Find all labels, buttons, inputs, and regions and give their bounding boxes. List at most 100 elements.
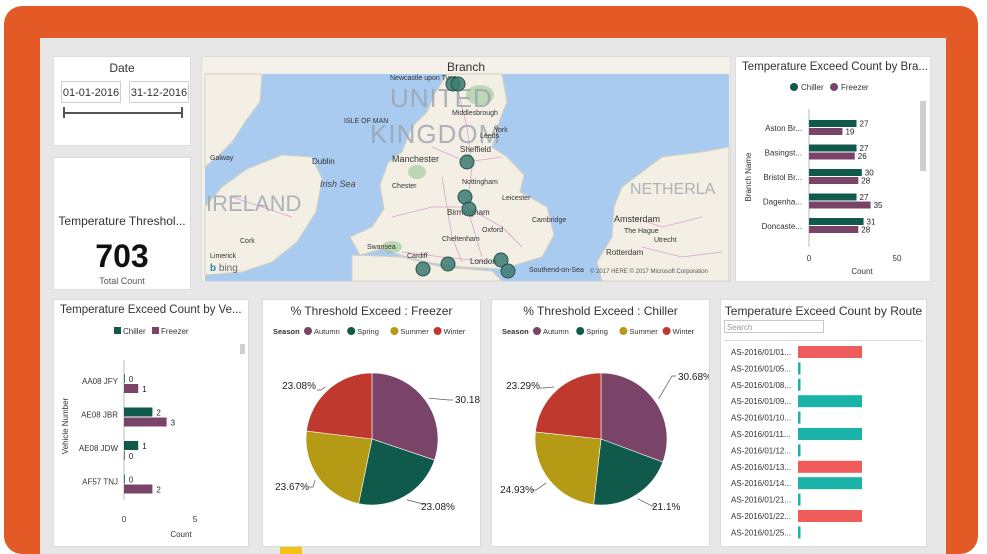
season-legend-label: Winter — [444, 327, 466, 336]
vehicle-data-label: 1 — [142, 442, 147, 451]
branch-bar-chiller — [809, 144, 857, 152]
vehicle-data-label: 0 — [129, 476, 134, 485]
season-legend-label: Autumn — [543, 327, 569, 336]
pie-data-label: 23.08% — [282, 381, 316, 392]
route-row-bar — [798, 510, 862, 522]
branch-bar-freezer — [809, 152, 855, 160]
date-slicer: Date 01-01-2016 31-12-2016 — [53, 56, 191, 146]
map-label-14: Cheltenham — [442, 236, 480, 243]
vehicle-category-label: AF57 TNJ — [82, 478, 118, 487]
map-label-16: Cardiff — [407, 253, 428, 260]
route-row-label: AS-2016/01/09... — [731, 397, 791, 406]
pie-slice-summer — [534, 431, 602, 505]
branch-data-label: 28 — [861, 226, 870, 235]
page-tab-indicator[interactable] — [280, 547, 302, 554]
date-range-end-handle[interactable] — [181, 107, 183, 118]
branch-bar-freezer — [809, 128, 843, 135]
pie-data-label: 24.93% — [500, 485, 534, 496]
map-attribution: © 2017 HERE © 2017 Microsoft Corporation — [590, 269, 708, 275]
kpi-card: Temperature Threshol... 703 Total Count — [53, 157, 191, 290]
route-row-label: AS-2016/01/01... — [731, 348, 791, 357]
vehicle-bar-chiller — [124, 374, 125, 383]
season-legend-label: Summer — [629, 327, 658, 336]
map-label-9: Dublin — [312, 157, 335, 166]
route-row-label: AS-2016/01/14... — [731, 479, 791, 488]
season-legend-swatch — [390, 327, 399, 335]
pie-leader-line — [540, 386, 555, 389]
start-date-input[interactable]: 01-01-2016 — [61, 81, 121, 103]
map-label-2: IRELAND — [206, 191, 302, 216]
branch-map[interactable]: Branch UNITED KINGDOM IRELAND NETHERLA N… — [201, 56, 731, 282]
branch-data-label: 35 — [874, 201, 883, 210]
pie-leader-line — [428, 397, 453, 401]
map-label-3: NETHERLA — [630, 181, 716, 198]
branch-chart-scrollbar[interactable] — [920, 101, 926, 171]
map-label-27: Utrecht — [654, 237, 677, 244]
route-row-label: AS-2016/01/11... — [731, 430, 790, 439]
vehicle-tick-0: 0 — [122, 515, 127, 524]
route-row-label: AS-2016/01/05... — [731, 364, 791, 373]
bing-logo-icon: b — [210, 263, 219, 274]
pie-data-label: 30.18% — [455, 395, 481, 406]
map-label-29: Cambridge — [532, 217, 567, 224]
date-range-start-handle[interactable] — [63, 107, 65, 118]
route-row-label: AS-2016/01/12... — [731, 446, 791, 455]
map-label-22: Galway — [210, 155, 234, 162]
vehicle-bar-freezer — [124, 417, 167, 427]
route-row-bar — [798, 395, 862, 408]
vehicle-chart: Temperature Exceed Count by Ve... Chille… — [53, 299, 249, 547]
pie-data-label: 23.08% — [421, 502, 455, 513]
branch-ylabel: Branch Name — [744, 152, 753, 201]
branch-data-label: 28 — [861, 177, 870, 186]
date-range-track[interactable] — [64, 112, 182, 114]
vehicle-data-label: 2 — [156, 409, 161, 418]
pie-data-label: 21.1% — [652, 502, 680, 513]
season-legend-label: Spring — [586, 327, 608, 336]
route-row-label: AS-2016/01/21... — [731, 496, 791, 505]
vehicle-bar-chiller — [124, 441, 139, 450]
branch-chart: Temperature Exceed Count by Bra... Chill… — [735, 56, 931, 282]
map-label-6: ISLE OF MAN — [344, 118, 389, 125]
route-row-bar — [798, 346, 862, 358]
vehicle-ylabel: Vehicle Number — [61, 397, 70, 454]
route-row-bar — [798, 493, 801, 506]
vehicle-chart-scrollbar[interactable] — [240, 344, 245, 354]
map-label-21: Limerick — [210, 253, 237, 260]
map-label-26: The Hague — [624, 228, 659, 235]
legend-chiller-swatch — [114, 327, 121, 334]
vehicle-category-label: AE08 JBR — [81, 411, 118, 420]
kpi-card-title: Temperature Threshol... — [58, 214, 186, 228]
route-row-label: AS-2016/01/22... — [731, 512, 791, 521]
map-label-7: Manchester — [392, 154, 440, 164]
bing-logo: b bing — [210, 263, 238, 274]
pie-leader-line — [317, 386, 326, 391]
map-label-28: Leicester — [502, 195, 531, 202]
vehicle-data-label: 2 — [156, 486, 161, 495]
pie-data-label: 23.67% — [275, 482, 309, 493]
map-label-20: Cork — [240, 238, 255, 245]
branch-category-label: Bristol Br... — [763, 173, 802, 182]
legend-freezer-label: Freezer — [161, 327, 189, 336]
branch-category-label: Doncaste... — [762, 222, 802, 231]
vehicle-tick-1: 5 — [193, 515, 198, 524]
legend-freezer-label: Freezer — [841, 83, 869, 92]
date-slicer-title: Date — [109, 61, 135, 75]
route-chart-plot: AS-2016/01/01... AS-2016/01/05... AS-2016/… — [731, 346, 862, 539]
branch-bar-chiller — [809, 120, 857, 127]
season-legend-swatch — [619, 327, 628, 335]
branch-category-label: Dagenha... — [763, 198, 802, 207]
route-chart: Temperature Exceed Count by Route Search… — [720, 299, 927, 547]
branch-tick-1: 50 — [893, 254, 902, 263]
branch-bar-freezer — [809, 177, 859, 184]
end-date-input[interactable]: 31-12-2016 — [129, 81, 189, 103]
vehicle-category-label: AE08 JDW — [79, 444, 119, 453]
season-legend-swatch — [304, 327, 312, 335]
season-legend-label: Autumn — [314, 327, 340, 336]
season-legend-swatch — [576, 327, 585, 335]
branch-bar-freezer — [809, 226, 859, 233]
branch-category-label: Basingst... — [765, 149, 802, 158]
chiller-season-label: Season — [502, 327, 529, 336]
branch-data-label: 27 — [860, 120, 869, 129]
branch-data-label: 19 — [845, 128, 854, 137]
map-label-13: Amsterdam — [614, 214, 661, 224]
